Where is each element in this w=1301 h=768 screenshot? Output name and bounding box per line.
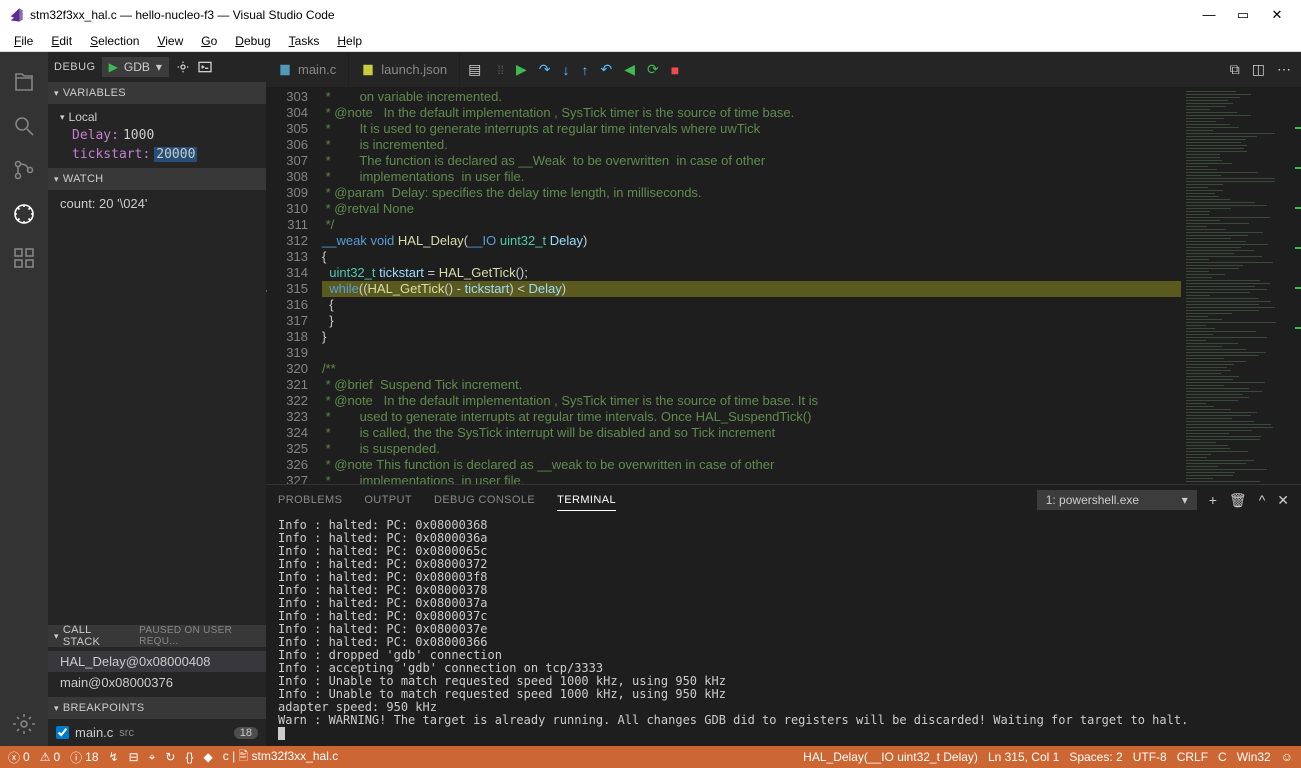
debug-label: DEBUG <box>54 61 96 73</box>
drag-handle-icon[interactable]: ⁞⁞ <box>497 63 504 77</box>
status-position[interactable]: Ln 315, Col 1 <box>988 750 1059 764</box>
reverse-button[interactable]: ◀ <box>624 61 635 78</box>
close-button[interactable]: ✕ <box>1267 7 1287 23</box>
watch-expression[interactable]: count: 20 '\024' <box>48 194 266 214</box>
watch-header[interactable]: ▾WATCH <box>48 168 266 190</box>
tab-main-c[interactable]: main.c <box>266 52 349 87</box>
terminal[interactable]: Info : halted: PC: 0x08000368 Info : hal… <box>266 515 1301 746</box>
more-icon[interactable]: ⋯ <box>1277 61 1291 78</box>
status-bar: ⓧ 0 ⚠ 0 ⓘ 18 ↯ ⊟ ⌖ ↻ {} ◆ c | 🖹 stm32f3x… <box>0 746 1301 768</box>
status-icon[interactable]: ↯ <box>109 750 119 764</box>
variable-item[interactable]: Delay: 1000 <box>48 126 266 145</box>
titlebar: stm32f3xx_hal.c — hello-nucleo-f3 — Visu… <box>0 0 1301 30</box>
status-spaces[interactable]: Spaces: 2 <box>1069 750 1122 764</box>
debug-toolbar: ⁞⁞ ▶ ↷ ↓ ↑ ↶ ◀ ⟳ ■ <box>489 52 687 87</box>
stop-button[interactable]: ■ <box>671 62 679 78</box>
status-info[interactable]: ⓘ 18 <box>70 749 98 766</box>
menu-file[interactable]: File <box>6 32 41 50</box>
menubar: FileEditSelectionViewGoDebugTasksHelp <box>0 30 1301 52</box>
status-icon4[interactable]: ↻ <box>165 750 175 764</box>
menu-help[interactable]: Help <box>329 32 370 50</box>
status-breadcrumb[interactable]: c | 🖹 stm32f3xx_hal.c <box>223 747 338 768</box>
step-back-button[interactable]: ↶ <box>601 61 613 78</box>
status-warnings[interactable]: ⚠ 0 <box>40 750 60 764</box>
callstack-frame[interactable]: main@0x08000376 <box>48 672 266 693</box>
panel: PROBLEMS OUTPUT DEBUG CONSOLE TERMINAL 1: p… <box>266 484 1301 746</box>
status-eol[interactable]: CRLF <box>1177 750 1208 764</box>
variables-scope[interactable]: ▾Local <box>48 108 266 126</box>
code-editor[interactable]: * on variable incremented. * @note In th… <box>322 87 1181 484</box>
breakpoint-checkbox[interactable] <box>56 726 69 739</box>
split-editor-icon[interactable]: ◫ <box>1252 61 1265 78</box>
explorer-icon[interactable] <box>0 60 48 104</box>
tab-launch-json[interactable]: launch.json <box>349 52 460 87</box>
maximize-button[interactable]: ▭ <box>1233 7 1253 23</box>
debug-sidebar: DEBUG ▶ GDB ▾ ▾VARIABLES ▾Local Delay: 1… <box>48 52 266 746</box>
tab-bar: main.c launch.json ▤ ⁞⁞ ▶ ↷ ↓ ↑ ↶ ◀ ⟳ ■ … <box>266 52 1301 87</box>
vscode-icon <box>8 7 24 23</box>
menu-go[interactable]: Go <box>193 32 225 50</box>
continue-button[interactable]: ▶ <box>516 61 527 78</box>
status-feedback-icon[interactable]: ☺ <box>1281 750 1293 764</box>
status-os[interactable]: Win32 <box>1237 750 1271 764</box>
status-language[interactable]: C <box>1218 750 1227 764</box>
restart-button[interactable]: ⟳ <box>647 61 659 78</box>
minimap[interactable] <box>1181 87 1301 484</box>
status-errors[interactable]: ⓧ 0 <box>8 749 30 766</box>
status-icon6[interactable]: ◆ <box>204 750 213 764</box>
status-icon5[interactable]: {} <box>185 750 193 764</box>
debug-settings-icon[interactable] <box>175 59 191 75</box>
status-encoding[interactable]: UTF-8 <box>1133 750 1167 764</box>
menu-selection[interactable]: Selection <box>82 32 147 50</box>
panel-tab-terminal[interactable]: TERMINAL <box>557 490 616 511</box>
breakpoint-item[interactable]: main.c src18 <box>48 723 266 742</box>
minimize-button[interactable]: — <box>1199 7 1219 23</box>
callstack-header[interactable]: ▾CALL STACK PAUSED ON USER REQU... <box>48 625 266 647</box>
maximize-panel-icon[interactable]: ^ <box>1259 492 1266 508</box>
variables-header[interactable]: ▾VARIABLES <box>48 82 266 104</box>
window-title: stm32f3xx_hal.c — hello-nucleo-f3 — Visu… <box>30 8 335 22</box>
settings-gear-icon[interactable] <box>0 702 48 746</box>
line-gutter[interactable]: 303304305306307308309310311312313314315▶… <box>266 87 322 484</box>
menu-tasks[interactable]: Tasks <box>281 32 328 50</box>
search-icon[interactable] <box>0 104 48 148</box>
panel-tab-debug-console[interactable]: DEBUG CONSOLE <box>434 490 535 510</box>
step-into-button[interactable]: ↓ <box>563 62 570 78</box>
extensions-icon[interactable] <box>0 236 48 280</box>
start-debug-icon: ▶ <box>109 60 118 74</box>
status-function[interactable]: HAL_Delay(__IO uint32_t Delay) <box>803 750 978 764</box>
git-icon[interactable] <box>0 148 48 192</box>
chevron-down-icon: ▾ <box>156 60 162 74</box>
terminal-select[interactable]: 1: powershell.exe▾ <box>1037 490 1197 510</box>
step-over-button[interactable]: ↷ <box>539 61 551 78</box>
compare-icon[interactable]: ⧉ <box>1230 61 1240 78</box>
view-change-icon[interactable]: ▤ <box>468 61 481 78</box>
panel-tab-problems[interactable]: PROBLEMS <box>278 490 342 510</box>
callstack-frame[interactable]: HAL_Delay@0x08000408 <box>48 651 266 672</box>
debug-config-select[interactable]: ▶ GDB ▾ <box>102 57 169 77</box>
editor-area: main.c launch.json ▤ ⁞⁞ ▶ ↷ ↓ ↑ ↶ ◀ ⟳ ■ … <box>266 52 1301 746</box>
debug-icon[interactable] <box>0 192 48 236</box>
menu-edit[interactable]: Edit <box>43 32 80 50</box>
status-icon3[interactable]: ⌖ <box>149 750 156 765</box>
debug-console-icon[interactable] <box>197 59 213 75</box>
close-panel-icon[interactable]: ✕ <box>1277 492 1289 509</box>
menu-view[interactable]: View <box>149 32 191 50</box>
step-out-button[interactable]: ↑ <box>582 62 589 78</box>
panel-tab-output[interactable]: OUTPUT <box>364 490 412 510</box>
new-terminal-icon[interactable]: + <box>1209 492 1217 508</box>
menu-debug[interactable]: Debug <box>227 32 278 50</box>
kill-terminal-icon[interactable]: 🗑 <box>1229 492 1247 509</box>
activity-bar <box>0 52 48 746</box>
status-icon2[interactable]: ⊟ <box>129 750 139 764</box>
breakpoints-header[interactable]: ▾BREAKPOINTS <box>48 697 266 719</box>
variable-item[interactable]: tickstart: 20000 <box>48 145 266 164</box>
